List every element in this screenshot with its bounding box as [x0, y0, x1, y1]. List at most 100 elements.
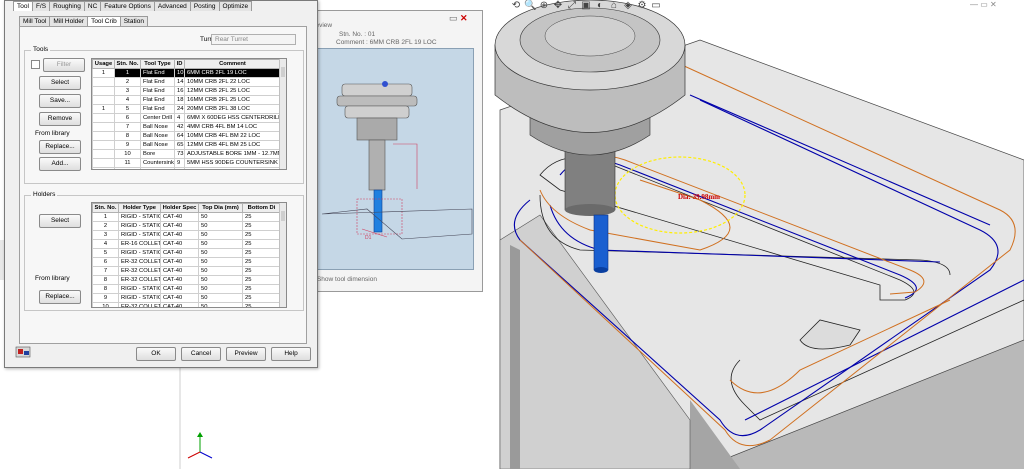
pan-icon[interactable]: ✥ [552, 0, 564, 12]
holders-table-cell[interactable]: CAT-40 [160, 230, 199, 240]
tools-table-cell[interactable]: Flat End [140, 104, 175, 114]
holders-table-cell[interactable]: 25 [242, 266, 281, 276]
holders-table-cell[interactable]: 5 [92, 248, 119, 258]
holders-table-cell[interactable]: 9 [92, 293, 119, 303]
holders-table-row[interactable]: 1 RIGID - STATIC CAT-40 50 25 [92, 212, 281, 222]
view-cube-icon[interactable]: ▣ [580, 0, 592, 12]
tools-table-header[interactable]: Usage [92, 59, 115, 69]
rotate-icon[interactable]: ⟲ [510, 0, 522, 12]
tools-table-row[interactable]: 9 Ball Nose 65 12MM CRB 4FL BM 25 LOC [92, 140, 281, 150]
holders-table-cell[interactable]: 50 [198, 275, 243, 285]
tools-table-header[interactable]: Comment [184, 59, 281, 69]
tools-table-cell[interactable]: 12MM CRB 2FL 25 LOC [184, 86, 281, 96]
tools-table-cell[interactable]: 11 [114, 158, 141, 168]
tools-table-cell[interactable]: Center Drill [140, 113, 175, 123]
tab-feature-options[interactable]: Feature Options [100, 1, 155, 11]
filter-checkbox[interactable] [31, 60, 40, 69]
tools-table-row[interactable]: 3 Flat End 16 12MM CRB 2FL 25 LOC [92, 86, 281, 96]
tools-table-cell[interactable]: 50MM 5FL FACE MILL [184, 167, 281, 169]
tools-table-cell[interactable]: 20MM CRB 2FL 38 LOC [184, 104, 281, 114]
holders-table-header[interactable]: Stn. No. [92, 203, 119, 213]
preview-button[interactable]: Preview [226, 347, 266, 361]
tools-table-cell[interactable]: 16MM CRB 2FL 25 LOC [184, 95, 281, 105]
holders-table-row[interactable]: 9 RIGID - STATIC CAT-40 50 25 [92, 293, 281, 303]
holders-table-row[interactable]: 8 RIGID - STATIC CAT-40 50 25 [92, 284, 281, 294]
holders-table-cell[interactable]: 1 [92, 212, 119, 222]
settings-icon[interactable]: ⚙ [636, 0, 648, 12]
holders-table-cell[interactable]: 25 [242, 248, 281, 258]
tab-optimize[interactable]: Optimize [218, 1, 253, 11]
tools-table-cell[interactable]: Ball Nose [140, 122, 175, 132]
tools-table-cell[interactable]: Flat End [140, 68, 175, 78]
tools-table-cell[interactable] [92, 77, 115, 87]
tools-add-button[interactable]: Add... [39, 157, 81, 171]
tools-table-cell[interactable]: 18 [174, 95, 185, 105]
tools-table-row[interactable]: 8 Ball Nose 64 10MM CRB 4FL BM 22 LOC [92, 131, 281, 141]
holders-table-scrollbar[interactable] [279, 203, 286, 307]
holders-select-button[interactable]: Select [39, 214, 81, 228]
holders-table-cell[interactable]: 50 [198, 293, 243, 303]
holders-table-row[interactable]: 2 RIGID - STATIC CAT-40 50 25 [92, 221, 281, 231]
tab-mill-tool[interactable]: Mill Tool [19, 16, 51, 26]
tools-table-cell[interactable] [92, 149, 115, 159]
holders-table-row[interactable]: 5 RIGID - STATIC CAT-40 50 25 [92, 248, 281, 258]
tools-save-button[interactable]: Save... [39, 94, 81, 108]
tab-posting[interactable]: Posting [189, 1, 220, 11]
holders-table-cell[interactable]: 25 [242, 275, 281, 285]
tools-table-cell[interactable]: ADJUSTABLE BORE 1MM - 12.7MM [184, 149, 281, 159]
tab-tool-crib[interactable]: Tool Crib [87, 16, 121, 26]
holders-table-cell[interactable]: ER-32 COLLET [118, 275, 161, 285]
holders-table-cell[interactable]: CAT-40 [160, 239, 199, 249]
holders-table-row[interactable]: 8 ER-32 COLLET CAT-40 50 25 [92, 275, 281, 285]
machine-icon[interactable] [15, 346, 31, 358]
tools-table-cell[interactable]: 7 [114, 122, 141, 132]
tools-table-cell[interactable]: 4 [174, 113, 185, 123]
tools-table-cell[interactable]: 42 [174, 122, 185, 132]
holders-table-cell[interactable]: 25 [242, 230, 281, 240]
holders-table-cell[interactable]: RIGID - STATIC [118, 248, 161, 258]
tools-table-cell[interactable]: 12MM CRB 4FL BM 25 LOC [184, 140, 281, 150]
render-icon[interactable]: ◈ [622, 0, 634, 12]
tools-table-cell[interactable]: 10MM CRB 4FL BM 22 LOC [184, 131, 281, 141]
filter-button[interactable]: Filter [43, 58, 85, 72]
tools-table-cell[interactable]: 5 [114, 104, 141, 114]
tools-table-cell[interactable]: 1 [92, 68, 115, 78]
holders-table-cell[interactable]: 25 [242, 221, 281, 231]
tools-table-scrollbar[interactable] [279, 59, 286, 169]
tools-select-button[interactable]: Select [39, 76, 81, 90]
holders-table-cell[interactable]: 25 [242, 284, 281, 294]
tools-table-cell[interactable]: 6MM X 60DEG HSS CENTERDRILL [184, 113, 281, 123]
holders-table-cell[interactable]: RIGID - STATIC [118, 284, 161, 294]
holders-table-row[interactable]: 4 ER-16 COLLET CAT-40 50 25 [92, 239, 281, 249]
tools-table-row[interactable]: 10 Bore 73 ADJUSTABLE BORE 1MM - 12.7MM [92, 149, 281, 159]
tools-table-cell[interactable]: Ball Nose [140, 131, 175, 141]
tab-roughing[interactable]: Roughing [49, 1, 85, 11]
tab-mill-holder[interactable]: Mill Holder [49, 16, 89, 26]
holders-table-cell[interactable]: 7 [92, 266, 119, 276]
holders-table-cell[interactable]: CAT-40 [160, 275, 199, 285]
tools-replace-button[interactable]: Replace... [39, 140, 81, 154]
display-icon[interactable]: ▭ [650, 0, 662, 12]
holders-table-row[interactable]: 10 ER-32 COLLET CAT-40 50 25 [92, 302, 281, 307]
holders-table-cell[interactable]: 50 [198, 239, 243, 249]
tools-table-cell[interactable]: 16 [174, 86, 185, 96]
tools-table-cell[interactable] [92, 122, 115, 132]
tools-table-cell[interactable]: 9 [174, 158, 185, 168]
tools-table-cell[interactable] [92, 86, 115, 96]
window-controls[interactable]: — ▭ ✕ [970, 0, 997, 9]
holders-table-cell[interactable]: CAT-40 [160, 302, 199, 307]
tools-table-cell[interactable]: Bore [140, 149, 175, 159]
tools-table-row[interactable]: 1 1 Flat End 10 6MM CRB 2FL 19 LOC [92, 68, 281, 78]
holders-table-cell[interactable]: 50 [198, 257, 243, 267]
tools-table-cell[interactable] [92, 95, 115, 105]
tools-table-row[interactable]: 4 Flat End 18 16MM CRB 2FL 25 LOC [92, 95, 281, 105]
holders-table-cell[interactable]: 2 [92, 221, 119, 231]
holders-table-cell[interactable]: RIGID - STATIC [118, 212, 161, 222]
tools-table-cell[interactable] [92, 113, 115, 123]
tools-table-cell[interactable] [92, 167, 115, 169]
holders-table-cell[interactable]: ER-16 COLLET [118, 239, 161, 249]
holders-table-cell[interactable]: 25 [242, 239, 281, 249]
holders-table-cell[interactable]: CAT-40 [160, 257, 199, 267]
tools-table-cell[interactable]: 12 [114, 167, 141, 169]
tab-fs[interactable]: F/S [31, 1, 51, 11]
